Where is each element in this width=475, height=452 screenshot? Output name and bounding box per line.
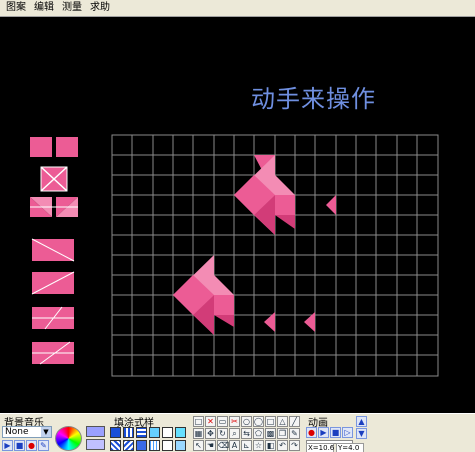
palette-square-diagonals[interactable] [40, 166, 68, 192]
color-swatch-secondary[interactable] [86, 439, 105, 450]
play-button[interactable]: ▶ [2, 440, 13, 451]
fill-none[interactable] [162, 427, 173, 438]
pointer-icon[interactable]: ↖ [193, 440, 204, 451]
undo-icon[interactable]: ↶ [277, 440, 288, 451]
text-icon[interactable]: A [229, 440, 240, 451]
palette-parallelogram-1[interactable] [31, 238, 75, 262]
mirror-icon[interactable]: ⇆ [241, 428, 252, 439]
fill-horizontal[interactable] [136, 427, 147, 438]
copy-icon[interactable]: ❐ [277, 428, 288, 439]
fill-solid[interactable] [110, 427, 121, 438]
move-icon[interactable]: ✥ [205, 428, 216, 439]
delete-icon[interactable]: ✕ [205, 416, 216, 427]
drawing-canvas[interactable]: 动手来操作 [0, 17, 475, 413]
menu-bar: 图案 编辑 测量 求助 [0, 0, 475, 17]
anim-play-button[interactable]: ▶ [318, 427, 329, 438]
fill-pale[interactable] [175, 440, 186, 451]
rectangle-icon[interactable]: ▭ [217, 416, 228, 427]
fill-blue[interactable] [136, 440, 147, 451]
chevron-down-icon[interactable]: ▼ [41, 427, 51, 437]
palette-parallelogram-4[interactable] [32, 341, 74, 365]
menu-pattern[interactable]: 图案 [2, 0, 30, 16]
fill-white[interactable] [162, 440, 173, 451]
fill-light[interactable] [149, 427, 160, 438]
line-icon[interactable]: ╱ [289, 416, 300, 427]
scroll-down-icon[interactable]: ▼ [356, 428, 367, 439]
fill-vertical[interactable] [123, 427, 134, 438]
palette-parallelogram-3[interactable] [32, 306, 74, 330]
rotate-icon[interactable]: ↻ [217, 428, 228, 439]
stop-button[interactable]: ■ [14, 440, 25, 451]
circle-icon[interactable]: ○ [241, 416, 252, 427]
palette-triangles[interactable] [30, 197, 78, 217]
work-area[interactable] [0, 17, 475, 413]
redo-icon[interactable]: ↷ [289, 440, 300, 451]
menu-help[interactable]: 求助 [86, 0, 114, 16]
hand-icon[interactable]: ☚ [205, 440, 216, 451]
fill-diagonal[interactable] [110, 440, 121, 451]
grid-icon[interactable]: ▦ [193, 428, 204, 439]
fill-diagonal-rev[interactable] [123, 440, 134, 451]
fill-dense[interactable] [149, 440, 160, 451]
tool-icon[interactable]: ✎ [38, 440, 49, 451]
anim-step-button[interactable]: ▷ [342, 427, 353, 438]
color-swatch-primary[interactable] [86, 426, 105, 437]
cut-icon[interactable]: ✂ [229, 416, 240, 427]
palette-squares[interactable] [30, 137, 78, 157]
menu-edit[interactable]: 编辑 [30, 0, 58, 16]
zoom-icon[interactable]: ⌕ [229, 428, 240, 439]
eraser-icon[interactable]: ⌫ [217, 440, 229, 451]
coord-x: X=10.6 [306, 443, 335, 452]
star-icon[interactable]: ☆ [253, 440, 264, 451]
coord-y: Y=4.0 [336, 443, 364, 452]
color-wheel-icon[interactable] [55, 426, 82, 451]
bottom-toolbar: 背景音乐 None ▼ ▶ ■ ● ✎ 填涂式样 □ ✕ ▭ ✂ ○ ◯ □ △… [0, 413, 475, 452]
record-button[interactable]: ● [26, 440, 37, 451]
anim-record-button[interactable]: ● [306, 427, 317, 438]
fill-icon[interactable]: ▩ [265, 428, 276, 439]
measure-icon[interactable]: ⊾ [241, 440, 252, 451]
music-value: None [5, 427, 29, 437]
music-select[interactable]: None ▼ [2, 426, 52, 438]
palette-parallelogram-2[interactable] [31, 271, 75, 295]
square-icon[interactable]: □ [265, 416, 276, 427]
ellipse-icon[interactable]: ◯ [253, 416, 264, 427]
polygon-icon[interactable]: ⬠ [253, 428, 264, 439]
pen-icon[interactable]: ✎ [289, 428, 300, 439]
menu-measure[interactable]: 测量 [58, 0, 86, 16]
select-icon[interactable]: □ [193, 416, 204, 427]
layer-icon[interactable]: ◧ [265, 440, 276, 451]
fill-cyan[interactable] [175, 427, 186, 438]
triangle-icon[interactable]: △ [277, 416, 288, 427]
scroll-up-icon[interactable]: ▲ [356, 416, 367, 427]
shape-palette [30, 137, 78, 365]
anim-stop-button[interactable]: ■ [330, 427, 341, 438]
